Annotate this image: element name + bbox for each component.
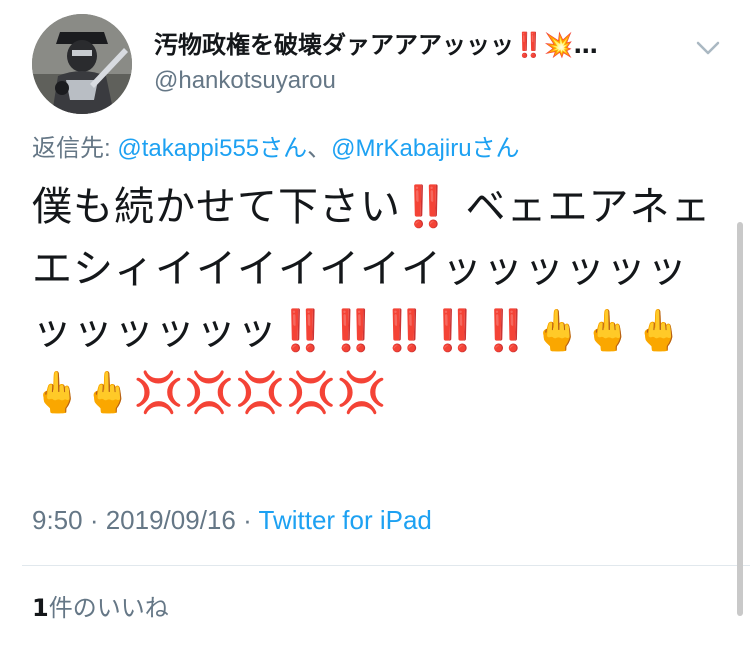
mention-link[interactable]: @takappi555さん: [117, 135, 307, 162]
avatar[interactable]: [32, 14, 132, 114]
chevron-down-icon[interactable]: [694, 38, 722, 58]
tweet-time: 9:50: [32, 505, 83, 535]
avatar-image: [32, 14, 132, 114]
reply-separator: 、: [307, 135, 332, 162]
likes-count: 1: [32, 594, 49, 622]
tweet-date: 2019/09/16: [105, 505, 236, 535]
reply-to-line: 返信先: @takappi555さん、@MrKabajiruさん: [32, 132, 520, 166]
source-link[interactable]: Twitter for iPad: [259, 505, 432, 535]
reply-to-label: 返信先:: [32, 135, 118, 162]
tweet-text: 僕も続かせて下さい‼️ ベェエアネェエシィイイイイイイイッッッッッッッッッッッッ…: [32, 184, 712, 416]
user-handle[interactable]: @hankotsuyarou: [154, 66, 336, 96]
divider: [22, 565, 750, 566]
meta-separator: ·: [235, 505, 259, 535]
display-name[interactable]: 汚物政権を破壊ダァアアアッッッ‼️💥…: [154, 30, 699, 60]
likes-row[interactable]: 1件のいいね: [32, 591, 169, 625]
likes-label: 件のいいね: [48, 594, 169, 622]
tweet-meta: 9:50 · 2019/09/16 · Twitter for iPad: [32, 502, 432, 538]
meta-separator: ·: [82, 505, 106, 535]
mention-link[interactable]: @MrKabajiruさん: [331, 135, 519, 162]
scrollbar[interactable]: [737, 222, 743, 616]
